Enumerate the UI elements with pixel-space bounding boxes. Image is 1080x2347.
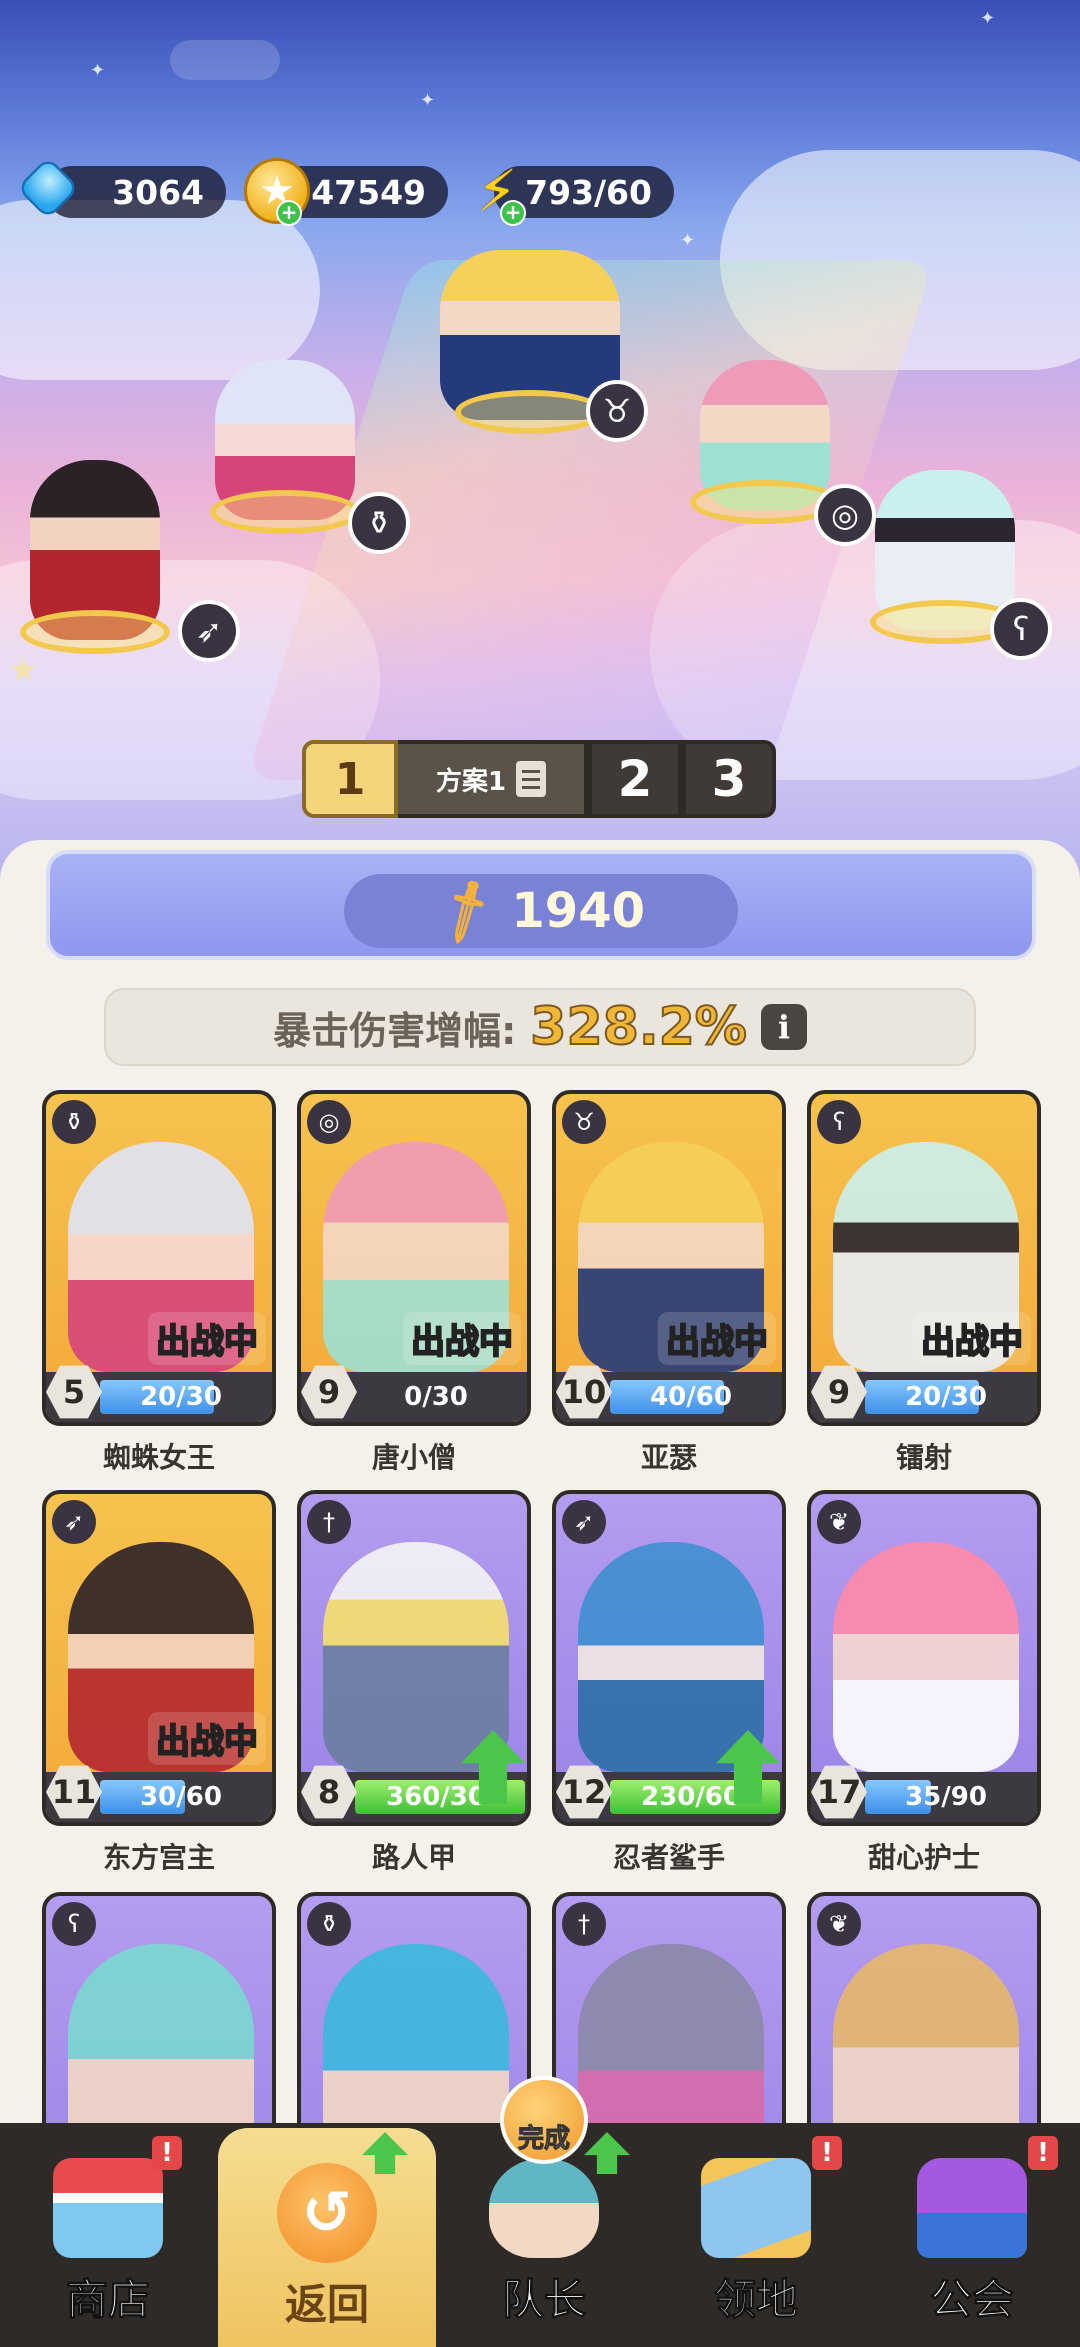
cloud (170, 40, 280, 80)
star-decor: ✦ (680, 230, 696, 251)
spiral-icon: ◎ (814, 484, 876, 546)
shard-count: 20/30 (140, 1382, 222, 1412)
alert-badge: ! (152, 2136, 182, 2170)
nav-guild-label: 公会 (929, 2275, 1014, 2325)
potion-icon: ⚱ (348, 492, 410, 554)
edit-plan-icon (516, 761, 547, 797)
hero-name: 甜心护士 (867, 1841, 980, 1874)
wings-icon: ❦ (817, 1902, 861, 1946)
shard-count: 0/30 (404, 1382, 468, 1412)
power-value: 1940 (511, 883, 645, 939)
staff-icon: ʕ (990, 598, 1052, 660)
hero-card[interactable]: ➶ 230/60 12 (552, 1490, 786, 1826)
hero-ring (20, 610, 170, 654)
cloud (0, 200, 320, 380)
deployed-badge: 出战中 (913, 1312, 1031, 1365)
star-decor: ✦ (980, 8, 996, 29)
hero-card[interactable]: ❦ 35/90 17 (807, 1490, 1041, 1826)
deployed-badge: 出战中 (148, 1312, 266, 1365)
hero-portrait (833, 1542, 1019, 1772)
horned-helmet-icon: ♉ (586, 380, 648, 442)
hero-name: 路人甲 (371, 1841, 456, 1874)
wings-icon: ❦ (817, 1500, 861, 1544)
done-badge-label: 完成 (517, 2124, 570, 2155)
shard-count: 20/30 (905, 1382, 987, 1412)
team-power: 🗡 1940 (344, 872, 738, 949)
field-hero-spider-queen[interactable] (210, 360, 360, 534)
field-hero-dongfang[interactable] (20, 460, 170, 654)
hero-portrait (323, 1542, 509, 1772)
star-decor: ✦ (420, 90, 436, 111)
crit-label: 暴击伤害增幅: (273, 1008, 517, 1053)
lineup-plan-tabs: 1 方案1 2 3 (302, 740, 776, 818)
nav-shop[interactable]: 商店 (0, 2123, 216, 2347)
sword-icon: † (307, 1500, 351, 1544)
nav-back[interactable]: ↺ 返回 (218, 2128, 436, 2347)
hero-name: 东方宫主 (102, 1841, 215, 1874)
add-coin-icon[interactable]: + (276, 200, 302, 226)
plan-name-button[interactable]: 方案1 (398, 740, 588, 818)
back-arrow-icon: ↺ (277, 2163, 377, 2263)
horned-helmet-icon: ♉ (562, 1100, 606, 1144)
nav-captain-label: 队长 (501, 2275, 586, 2325)
hero-card[interactable]: ʕ 出战中 20/30 9 (807, 1090, 1041, 1426)
hero-portrait (578, 1542, 764, 1772)
star-decor: ✦ (90, 60, 106, 81)
hero-name: 忍者鲨手 (612, 1841, 725, 1874)
guild-crown-icon (917, 2158, 1027, 2258)
shard-count: 35/90 (905, 1782, 987, 1812)
staff-icon: ʕ (817, 1100, 861, 1144)
hero-card[interactable]: ➶ 出战中 30/60 11 (42, 1490, 276, 1826)
spiral-icon: ◎ (307, 1100, 351, 1144)
deployed-badge: 出战中 (403, 1312, 521, 1365)
hero-name: 亚瑟 (640, 1441, 697, 1474)
bow-icon: ➶ (52, 1500, 96, 1544)
nav-back-label: 返回 (284, 2280, 369, 2329)
shop-icon (53, 2158, 163, 2258)
potion-icon: ⚱ (307, 1902, 351, 1946)
add-energy-icon[interactable]: + (500, 200, 526, 226)
sword-icon: † (562, 1902, 606, 1946)
hero-card[interactable]: ◎ 出战中 0/30 9 (297, 1090, 531, 1426)
hero-card[interactable]: ⚱ 出战中 20/30 5 (42, 1090, 276, 1426)
hero-name: 唐小僧 (371, 1441, 456, 1474)
deployed-badge: 出战中 (148, 1712, 266, 1765)
crit-value: 328.2% (529, 996, 748, 1058)
shard-count: 30/60 (140, 1782, 222, 1812)
nav-shop-label: 商店 (65, 2275, 150, 2325)
plan-tab-3[interactable]: 3 (682, 740, 776, 818)
sword-icon: 🗡 (427, 872, 505, 949)
hero-name: 镭射 (895, 1441, 952, 1474)
hero-ring (455, 390, 605, 434)
plan-tab-2[interactable]: 2 (588, 740, 682, 818)
alert-badge: ! (1028, 2136, 1058, 2170)
deployed-badge: 出战中 (658, 1312, 776, 1365)
bow-icon: ➶ (178, 600, 240, 662)
alert-badge: ! (812, 2136, 842, 2170)
hero-card[interactable]: † 360/30 8 (297, 1490, 531, 1826)
plan-name-label: 方案1 (435, 766, 507, 797)
portal-door-icon (701, 2158, 811, 2258)
hero-ring (210, 490, 360, 534)
plan-tab-1[interactable]: 1 (302, 740, 398, 818)
bow-icon: ➶ (562, 1500, 606, 1544)
staff-icon: ʕ (52, 1902, 96, 1946)
crit-damage-bar: 暴击伤害增幅: 328.2% i (104, 988, 976, 1066)
hero-card[interactable]: ♉ 出战中 40/60 10 (552, 1090, 786, 1426)
potion-icon: ⚱ (52, 1100, 96, 1144)
shard-count: 40/60 (650, 1382, 732, 1412)
info-icon[interactable]: i (760, 1004, 807, 1050)
hero-name: 蜘蛛女王 (102, 1441, 215, 1474)
nav-territory-label: 领地 (713, 2275, 798, 2325)
captain-avatar-icon (489, 2158, 599, 2258)
star-decor: ★ (8, 650, 39, 690)
